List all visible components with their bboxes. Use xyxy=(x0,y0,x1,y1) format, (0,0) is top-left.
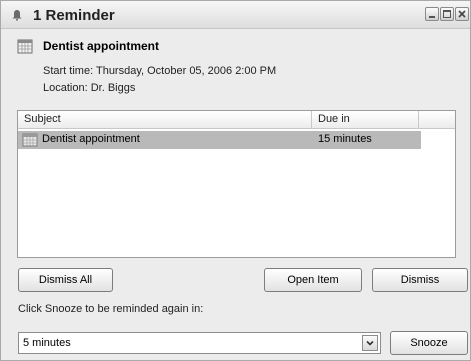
maximize-icon xyxy=(443,10,451,18)
location-label: Location: Dr. Biggs xyxy=(43,82,136,94)
minimize-button[interactable] xyxy=(425,7,439,21)
close-icon xyxy=(458,10,466,18)
calendar-icon xyxy=(22,133,38,147)
row-subject: Dentist appointment xyxy=(42,133,140,145)
reminder-subject: Dentist appointment xyxy=(43,39,159,53)
dismiss-all-button[interactable]: Dismiss All xyxy=(18,268,113,292)
window-title: 1 Reminder xyxy=(33,7,115,24)
start-time-label: Start time: Thursday, October 05, 2006 2… xyxy=(43,65,277,77)
snooze-duration-value: 5 minutes xyxy=(23,337,71,349)
calendar-icon xyxy=(17,38,33,54)
column-header-blank xyxy=(419,111,455,129)
title-bar[interactable]: 1 Reminder xyxy=(1,1,470,29)
reminder-list[interactable]: Subject Due in Dentist appointment 15 mi… xyxy=(17,110,456,258)
list-header: Subject Due in xyxy=(18,111,455,129)
column-header-subject[interactable]: Subject xyxy=(18,111,312,129)
bell-icon xyxy=(11,9,23,21)
snooze-prompt: Click Snooze to be reminded again in: xyxy=(18,303,204,315)
chevron-down-icon xyxy=(366,340,374,346)
row-due-in: 15 minutes xyxy=(318,133,372,145)
snooze-button[interactable]: Snooze xyxy=(390,331,468,355)
minimize-icon xyxy=(429,16,435,18)
list-row[interactable]: Dentist appointment 15 minutes xyxy=(18,131,421,149)
open-item-button[interactable]: Open Item xyxy=(264,268,362,292)
column-header-due-in[interactable]: Due in xyxy=(312,111,419,129)
close-button[interactable] xyxy=(455,7,469,21)
snooze-duration-select[interactable]: 5 minutes xyxy=(18,332,381,354)
dismiss-button[interactable]: Dismiss xyxy=(372,268,468,292)
reminder-window: 1 Reminder Dentist appointment Start tim… xyxy=(0,0,471,361)
maximize-button[interactable] xyxy=(440,7,454,21)
dropdown-button[interactable] xyxy=(362,335,378,351)
